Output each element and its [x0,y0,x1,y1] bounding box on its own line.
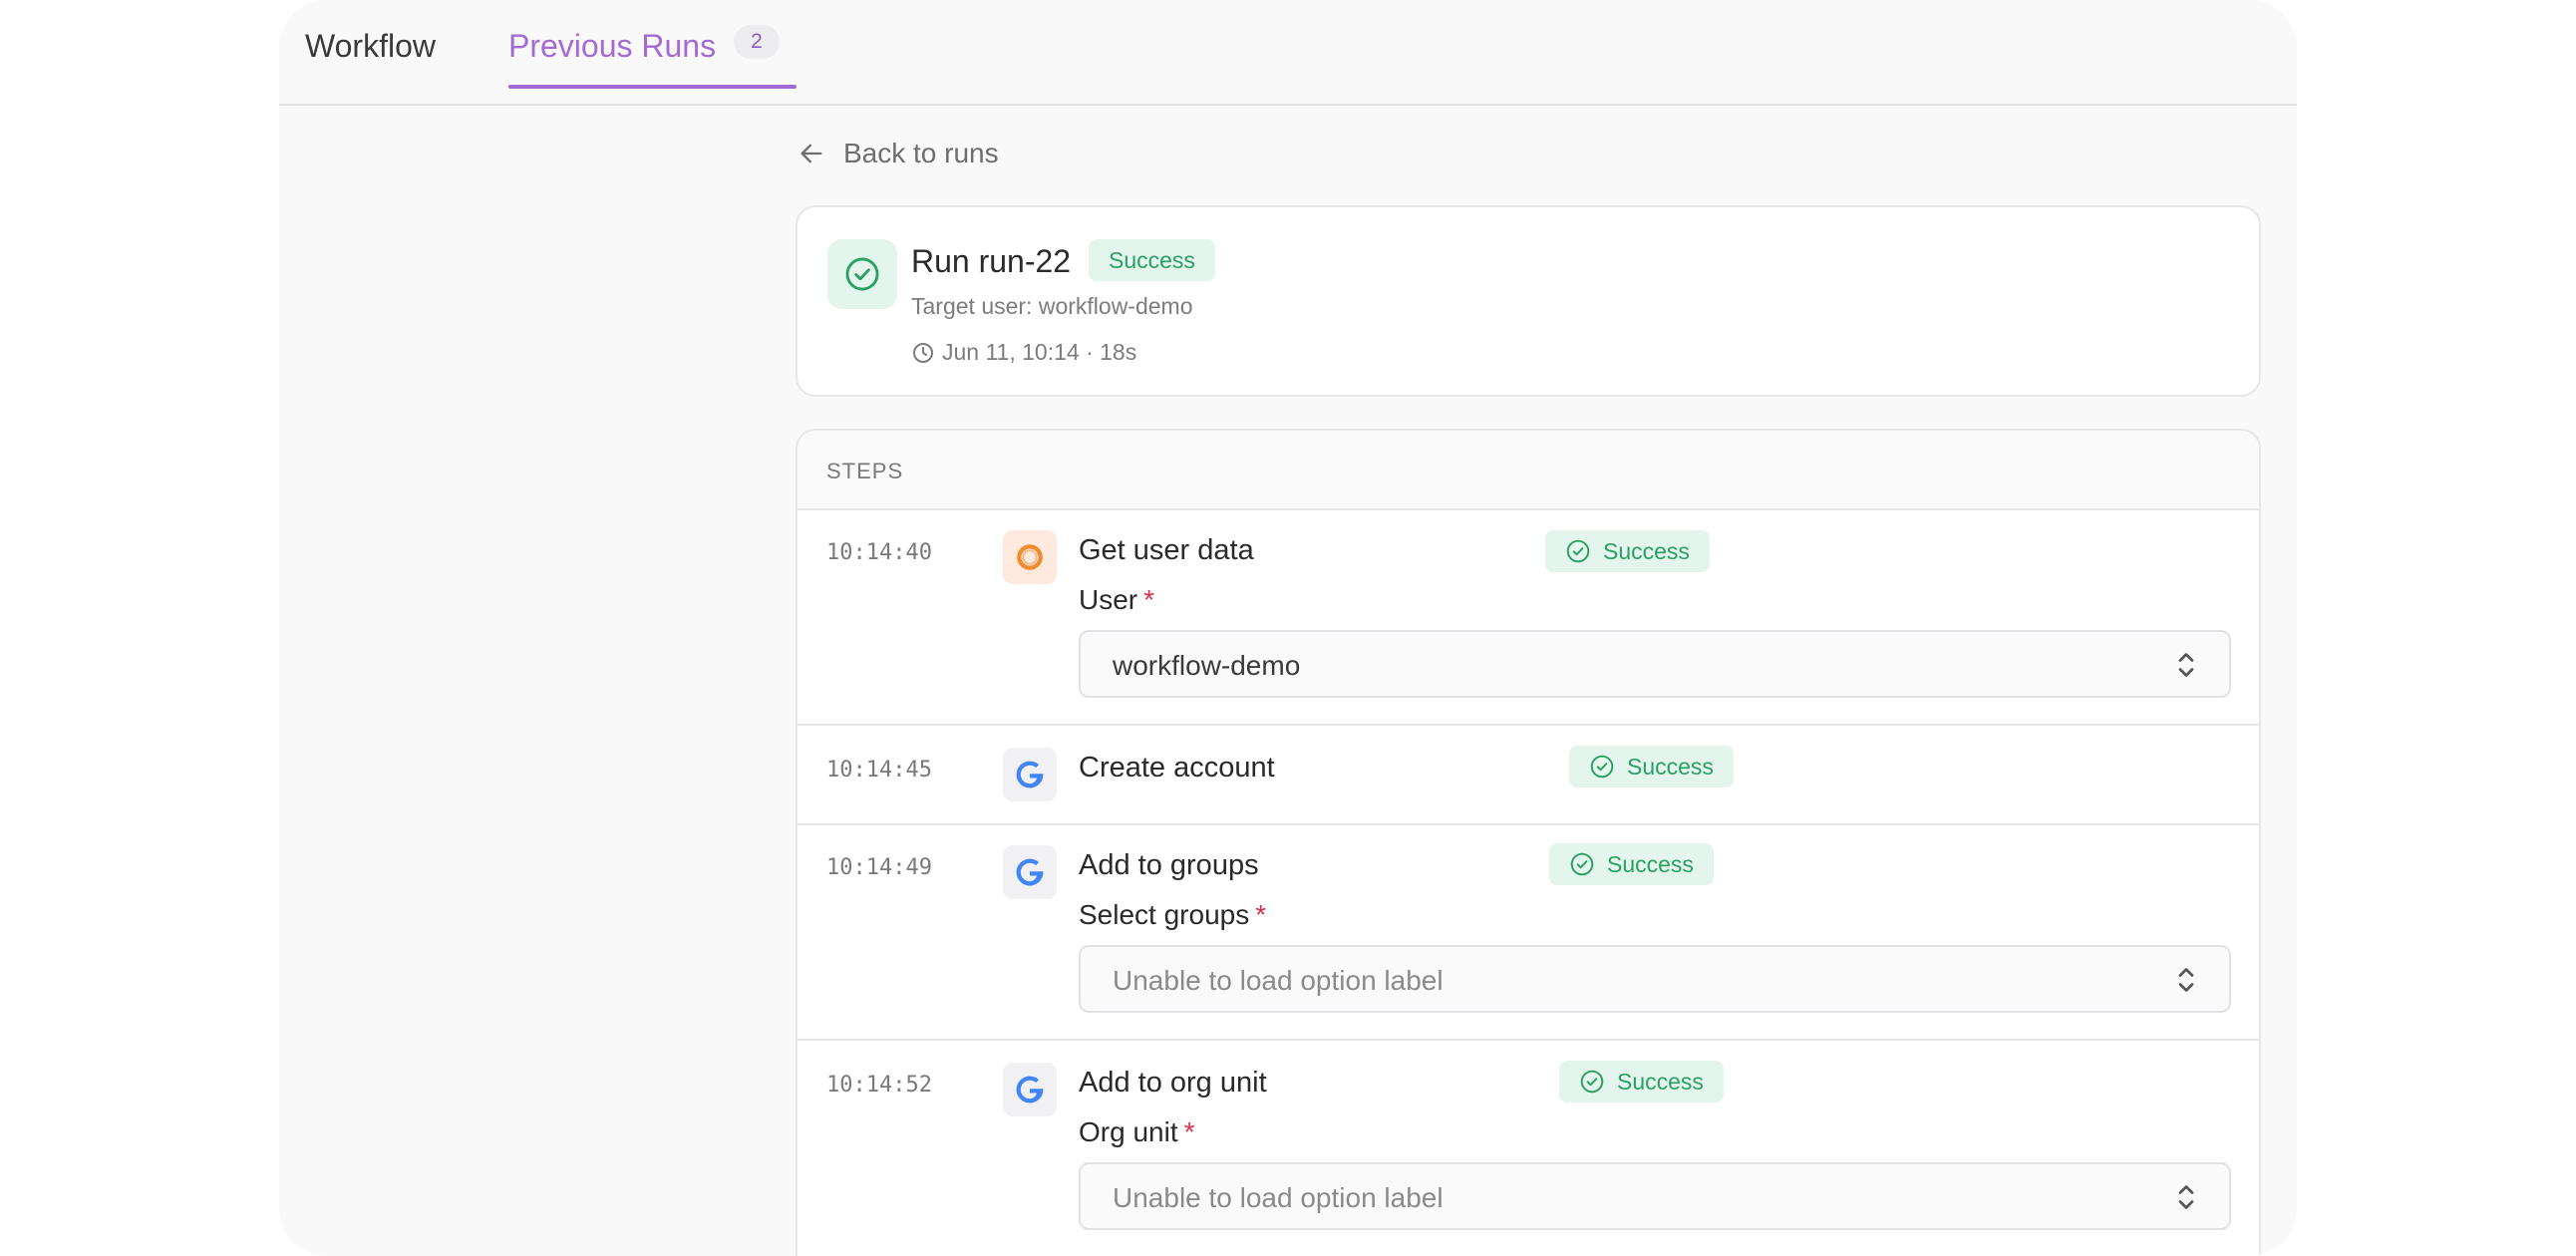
step-row: 10:14:52 Add to org unit Success Org uni… [798,1039,2259,1256]
groups-select[interactable]: Unable to load option label [1079,945,2231,1013]
hr-provider-icon [1003,530,1057,584]
check-circle-icon [827,239,897,309]
back-to-runs-label: Back to runs [843,138,999,168]
step-status-badge: Success [1545,530,1710,572]
clock-icon [913,342,933,363]
user-select-value: workflow-demo [1113,650,1301,681]
steps-header-label: STEPS [826,459,904,483]
step-time: 10:14:45 [826,758,932,783]
step-row: 10:14:40 Get user data Success User * wor… [798,508,2259,726]
tab-previous-runs[interactable]: Previous Runs 2 [508,25,780,88]
run-target-user: Target user: workflow-demo [911,293,1193,319]
step-status-badge: Success [1559,1061,1724,1102]
groups-field-label: Select groups * [1079,899,1266,931]
field-label-text: User [1079,584,1138,615]
chevron-up-down-icon [2178,653,2194,677]
run-summary-card: Run run-22 Success Target user: workflow… [796,205,2261,397]
required-marker: * [1183,1116,1195,1147]
step-time: 10:14:52 [826,1073,932,1098]
step-row: 10:14:49 Add to groups Success Select gr… [798,823,2259,1041]
google-icon [1003,845,1057,899]
step-status-text: Success [1603,538,1690,564]
step-name: Add to org unit [1079,1067,1267,1099]
check-circle-icon [1566,539,1590,563]
run-timing-text: Jun 11, 10:14 · 18s [942,339,1137,365]
step-name: Create account [1079,752,1275,784]
required-marker: * [1255,899,1267,930]
chevron-up-down-icon [2178,968,2194,992]
run-timing: Jun 11, 10:14 · 18s [911,339,1136,366]
org-unit-select[interactable]: Unable to load option label [1079,1162,2231,1230]
arrow-left-icon [801,144,822,163]
check-circle-icon [1580,1070,1604,1094]
tab-workflow[interactable]: Workflow [305,28,436,88]
active-tab-indicator [508,85,797,89]
user-select[interactable]: workflow-demo [1079,630,2231,698]
field-label-text: Select groups [1079,899,1250,930]
tab-previous-runs-label: Previous Runs [508,28,717,64]
required-marker: * [1143,584,1155,615]
step-status-text: Success [1617,1069,1704,1095]
step-name: Add to groups [1079,849,1259,881]
previous-runs-count-badge: 2 [734,25,780,59]
step-status-badge: Success [1549,843,1714,885]
org-unit-select-value: Unable to load option label [1113,1182,1444,1213]
step-time: 10:14:40 [826,540,932,565]
back-to-runs-link[interactable]: Back to runs [798,138,999,169]
google-icon [1003,748,1057,801]
check-circle-icon [1590,755,1614,779]
groups-select-value: Unable to load option label [1113,965,1444,996]
steps-header: STEPS [798,431,2259,510]
step-status-badge: Success [1569,746,1734,787]
field-label-text: Org unit [1079,1116,1178,1147]
workflow-panel: Workflow Previous Runs 2 Back to runs Ru… [279,0,2297,1256]
step-name: Get user data [1079,534,1254,566]
check-circle-icon [1570,852,1594,876]
tab-bar: Workflow Previous Runs 2 [279,0,2297,106]
user-field-label: User * [1079,584,1154,616]
google-icon [1003,1063,1057,1116]
step-time: 10:14:49 [826,855,932,880]
steps-card: STEPS 10:14:40 Get user data Success Use… [796,429,2261,1256]
run-status-badge: Success [1089,239,1215,281]
chevron-up-down-icon [2178,1185,2194,1209]
run-title: Run run-22 [911,243,1072,279]
step-status-text: Success [1607,851,1694,877]
step-row: 10:14:45 Create account Success [798,724,2259,825]
step-status-text: Success [1627,754,1714,780]
org-unit-field-label: Org unit * [1079,1116,1195,1148]
